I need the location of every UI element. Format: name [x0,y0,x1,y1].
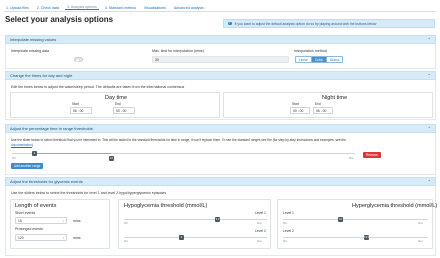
tir-description-end: ). [31,142,34,147]
night-time-title: Night time [322,95,348,101]
panel-daynight-body: Edit the times below to adjust the wake/… [5,80,436,120]
hypo-level1-track[interactable] [124,219,267,220]
tab-analysis-options[interactable]: 3. Analysis options [64,5,99,10]
day-time-box: Day time Start End 06 : 00 00 : 00 [10,92,220,118]
prolonged-events-value: 120 [18,235,24,240]
method-selector: Linear Cubic Akima [295,56,343,63]
tick-min: Min [124,240,129,243]
limit-input[interactable]: 30 [152,56,289,63]
night-start-input[interactable]: 00 : 00 [290,107,310,114]
hyper-level2-label: Level 2 [283,229,294,233]
interpolate-label: Interpolate missing data [11,49,50,53]
hyper-level2-handle[interactable]: 13.9 [364,235,369,240]
panel-tir-body: Use the slider below to select threshold… [5,133,436,175]
method-linear[interactable]: Linear [296,57,312,62]
hyperglycemia-box: Hyperglycemia threshold (mmol/L) Level 1… [277,199,437,249]
add-range-button[interactable]: Add another range [11,163,44,169]
hypoglycemia-title: Hypoglycemia threshold (mmol/L) [124,203,208,209]
day-start-input[interactable]: 06 : 00 [70,107,92,114]
tick-max: Max [257,222,262,225]
chevron-up-icon[interactable]: ⌃ [428,73,431,78]
info-alert-text: If you want to adjust the default analys… [234,21,377,26]
panel-daynight-header[interactable]: Change the times for day and night ⌃ [5,71,436,80]
day-start-label: Start [72,102,79,106]
hypo-level1-label: Level 1 [255,211,266,215]
panel-title: Adjust the percentage time in range thre… [10,126,93,131]
tab-bar: 1. Upload files 2. Check data 3. Analysi… [4,4,436,12]
tick-min: Min [283,240,288,243]
prolonged-events-label: Prolonged events [15,227,43,231]
length-of-events-title: Length of events [15,203,57,209]
panel-title: Adjust the thresholds for glycemic event… [10,179,83,184]
day-end-label: End [115,102,121,106]
method-akima[interactable]: Akima [327,57,342,62]
documentation-link[interactable]: documentation [11,143,32,147]
night-time-box: Night time Start End 00 : 00 06 : 00 [223,92,433,118]
panel-interpolate-header[interactable]: Interpolate missing values ⌃ [5,35,436,44]
tick-max: Max [257,240,262,243]
tick-min: Min [283,222,288,225]
panel-tir-header[interactable]: Adjust the percentage time in range thre… [5,124,436,133]
short-events-input[interactable]: 15 ↕ [15,217,67,224]
hypoglycemia-box: Hypoglycemia threshold (mmol/L) Level 1 … [118,199,271,249]
info-alert: i If you want to adjust the default anal… [223,19,435,28]
tab-standard-metrics[interactable]: 4. Standard metrics [103,6,138,10]
tir-description: Use the slider below to select threshold… [11,138,346,142]
hyper-level1-handle[interactable]: 10 [338,217,343,222]
hypo-level2-label: Level 2 [255,229,266,233]
tab-check-data[interactable]: 2. Check data [35,6,61,10]
tir-tick-max: Max [349,157,354,160]
short-events-label: Short events [15,211,36,215]
length-of-events-box: Length of events Short events 15 ↕ mins … [10,199,110,249]
panel-interpolate-body: Interpolate missing data Max. limit for … [5,44,436,69]
panel-title: Change the times for day and night [10,73,73,78]
hypo-level2-handle[interactable]: 3 [179,235,184,240]
panel-events-body: Use the sliders below to select the thre… [5,186,437,256]
tab-advanced-analysis[interactable]: Advanced analysis [172,6,206,10]
method-cubic[interactable]: Cubic [311,57,328,62]
hypo-level2-track[interactable] [124,237,267,238]
panel-events-header[interactable]: Adjust the thresholds for glycemic event… [5,177,436,186]
tir-high-handle[interactable]: 15 [109,156,114,161]
tick-max: Max [418,222,423,225]
chevron-up-icon[interactable]: ⌃ [428,126,431,131]
events-description: Use the sliders below to select the thre… [11,191,167,195]
night-end-input[interactable]: 06 : 00 [313,107,333,114]
prolonged-events-input[interactable]: 120 ↕ [15,234,67,241]
day-time-title: Day time [105,95,128,101]
tir-low-handle[interactable]: 4 [32,151,37,156]
tab-upload-files[interactable]: 1. Upload files [4,6,31,10]
page-title: Select your analysis options [5,15,114,24]
stepper-icon[interactable]: ↕ [63,219,65,223]
tir-tick-min: Min [12,157,17,160]
tick-max: Max [418,240,423,243]
day-end-input[interactable]: 00 : 00 [113,107,135,114]
tir-slider-range [35,153,111,154]
chevron-up-icon[interactable]: ⌃ [428,179,431,184]
hyper-level2-track[interactable] [283,237,428,238]
info-icon: i [228,20,232,26]
hyper-level1-label: Level 1 [283,211,294,215]
interpolate-toggle[interactable] [74,57,83,62]
stepper-icon[interactable]: ↕ [63,236,65,240]
prolonged-events-unit: mins [73,236,81,240]
limit-label: Max. limit for interpolation (mins) [152,49,204,53]
hyperglycemia-title: Hyperglycemia threshold (mmol/L) [352,203,438,209]
method-label: Interpolation method [294,49,327,53]
chevron-up-icon[interactable]: ⌃ [428,37,431,42]
night-end-label: End [315,102,321,106]
short-events-unit: mins [73,219,81,223]
short-events-value: 15 [18,218,22,223]
hyper-level1-track[interactable] [283,219,428,220]
remove-range-button[interactable]: Remove [363,152,381,158]
panel-title: Interpolate missing values [10,37,57,42]
tab-visualisations[interactable]: Visualisations [142,6,168,10]
tick-min: Min [124,222,129,225]
night-start-label: Start [292,102,299,106]
daynight-description: Edit the times below to adjust the wake/… [11,85,185,89]
hypo-level1-handle[interactable]: 3.9 [215,217,220,222]
